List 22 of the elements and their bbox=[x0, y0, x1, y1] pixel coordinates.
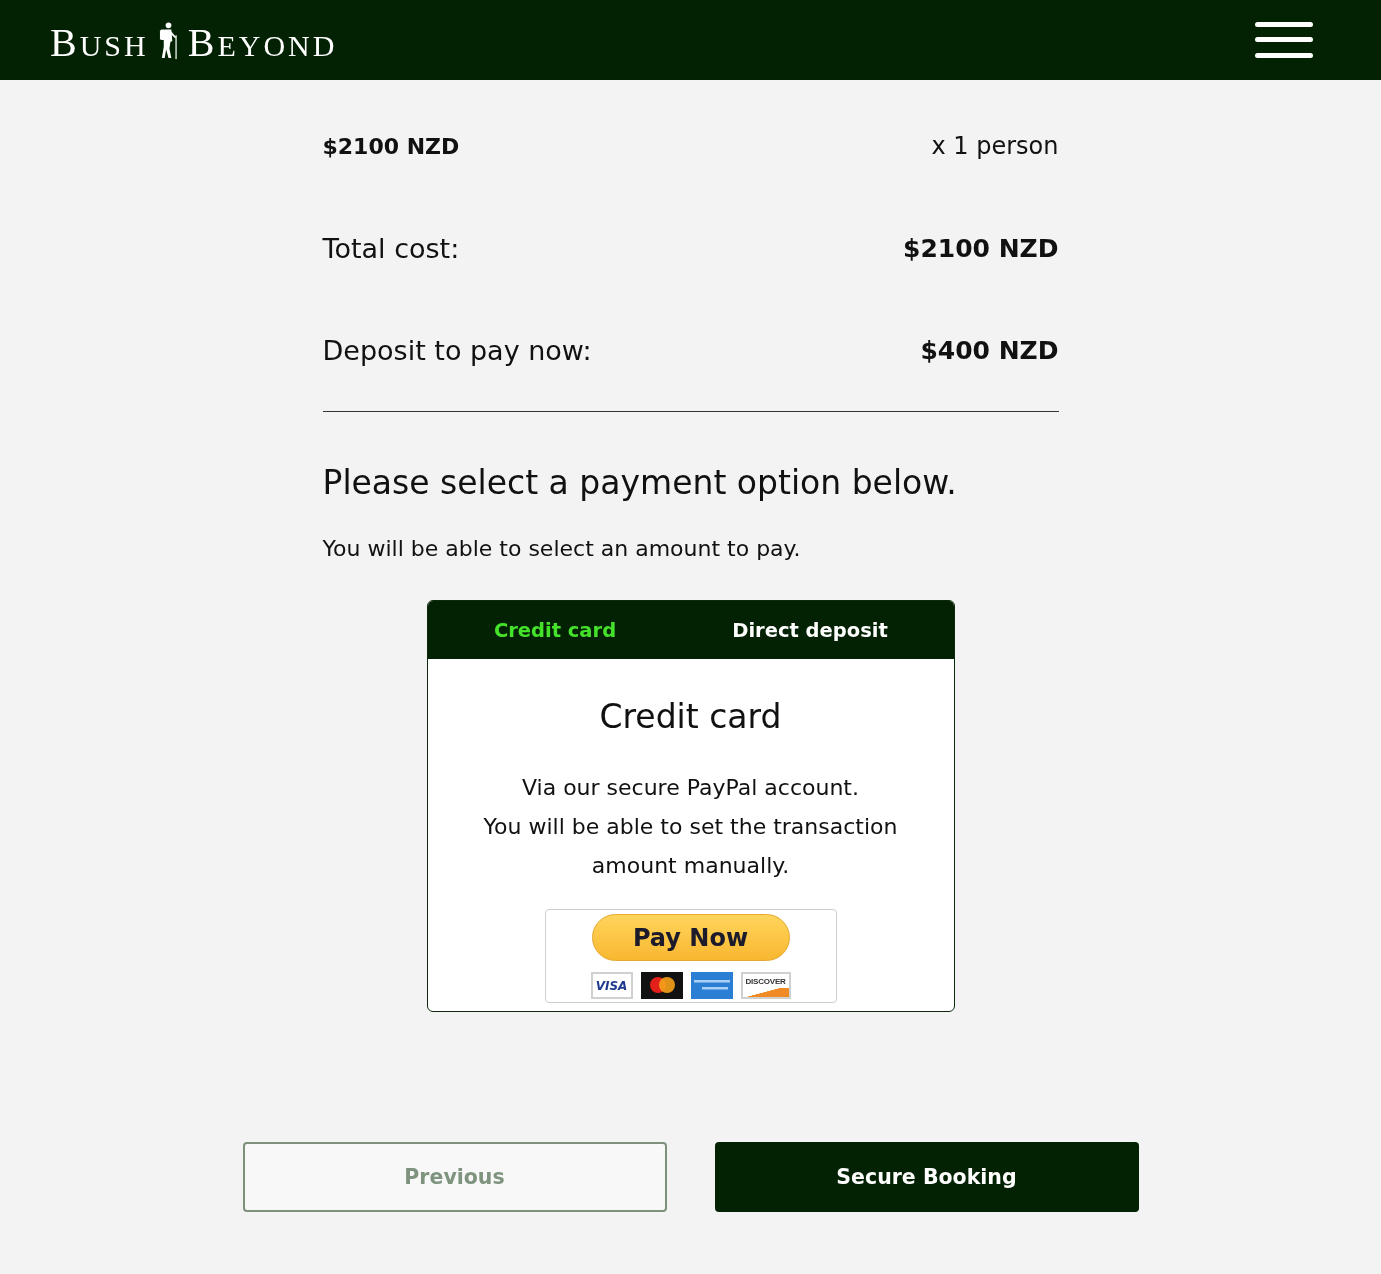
logo-text[interactable]: BEYOND bbox=[187, 22, 338, 63]
payment-tab[interactable]: Credit card bbox=[427, 601, 683, 659]
summary-value: $400 NZD bbox=[920, 335, 1059, 365]
summary-value: $2100 NZD bbox=[903, 233, 1059, 263]
card-logo: VISA bbox=[590, 972, 633, 999]
payment-tab[interactable]: Direct deposit bbox=[682, 601, 938, 659]
secure-booking-button[interactable]: Secure Booking bbox=[714, 1142, 1139, 1212]
summary-label: Deposit to pay now: bbox=[322, 334, 592, 366]
menu-icon[interactable] bbox=[1255, 22, 1313, 58]
summary-label: Total cost: bbox=[322, 232, 460, 264]
card-logo: DISCOVER bbox=[740, 972, 791, 999]
panel-text: You will be able to set the transaction amount manually. bbox=[482, 813, 899, 880]
pay-now-button[interactable]: Pay Now bbox=[591, 914, 790, 961]
card-logo-icon bbox=[690, 972, 733, 999]
panel-text: Via our secure PayPal account. bbox=[522, 774, 859, 802]
panel-title: Credit card bbox=[599, 696, 782, 738]
summary-label: $2100 NZD bbox=[322, 133, 460, 159]
logo-text[interactable]: BUSH bbox=[50, 22, 149, 63]
section-heading: Please select a payment option below. bbox=[322, 462, 958, 504]
summary-value: x 1 person bbox=[931, 132, 1059, 160]
card-circles-icon bbox=[640, 972, 683, 999]
payment-note: You will be able to select an amount to pay. bbox=[322, 535, 802, 563]
